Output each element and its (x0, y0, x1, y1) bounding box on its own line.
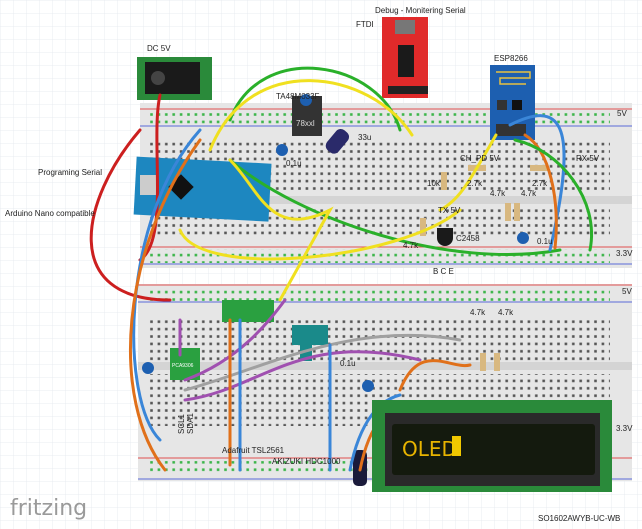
label-r10k: 10k (427, 179, 441, 188)
label-rail-5v-bottom: 5V (622, 287, 632, 296)
label-rail-5v-top: 5V (617, 109, 627, 118)
label-cap-33u: 33u (358, 133, 371, 142)
label-rx: RX 5V (576, 154, 600, 163)
label-cap-esp: 0.1u (537, 237, 553, 246)
label-r27k-a: 2.7k (467, 179, 483, 188)
label-r47k-b: 4.7k (521, 189, 537, 198)
label-cap-reg: 0.1u (286, 159, 302, 168)
dc-jack (137, 57, 212, 100)
ftdi-board (382, 17, 428, 98)
fritzing-breadboard-canvas: 78xxl OLED DC 5V FTDI Debug - Monitering… (0, 0, 642, 529)
label-rail-33v-bottom: 3.3V (616, 424, 633, 433)
label-ch-pd: CH_PD 5V (460, 154, 500, 163)
label-cap-bottom: 0.1u (340, 359, 356, 368)
oled-display: OLED (372, 400, 612, 492)
label-transistor: C2458 (456, 234, 480, 243)
transistor-c2458 (437, 228, 453, 246)
label-ftdi: FTDI (356, 20, 374, 29)
label-regulator: TA48M033F (276, 92, 320, 101)
label-scl: SCL1 (177, 413, 186, 434)
regulator-chip-label: 78xxl (296, 119, 315, 128)
esp8266-module (490, 65, 535, 140)
label-arduino-nano: Arduino Nano compatible (5, 209, 95, 218)
label-r47k-c: 4.7k (403, 241, 419, 250)
label-tx: TX 5V (438, 206, 461, 215)
fritzing-logo: fritzing (10, 496, 87, 521)
label-ftdi-purpose: Debug - Monitering Serial (375, 6, 466, 15)
label-bce: B C E (433, 267, 454, 276)
label-r47k-d: 4.7k (470, 308, 486, 317)
label-oled-model: SO1602AWYB-UC-WB (538, 514, 620, 523)
label-esp8266: ESP8266 (494, 54, 528, 63)
label-r47k-a: 4.7k (490, 189, 506, 198)
label-sda: SDA1 (186, 413, 195, 434)
label-tsl2561: Adafruit TSL2561 (222, 446, 285, 455)
label-pca9306: PCA9306 (172, 363, 194, 369)
oled-screen-text: OLED (402, 437, 457, 461)
label-r27k-b: 2.7k (532, 179, 548, 188)
label-r47k-e: 4.7k (498, 308, 514, 317)
label-hdc1000: AKIZUKI HDC1000 (272, 457, 341, 466)
oled-cursor (452, 436, 461, 456)
label-programing-serial: Programing Serial (38, 168, 102, 177)
label-dc-jack: DC 5V (147, 44, 171, 53)
label-rail-33v-top: 3.3V (616, 249, 633, 258)
